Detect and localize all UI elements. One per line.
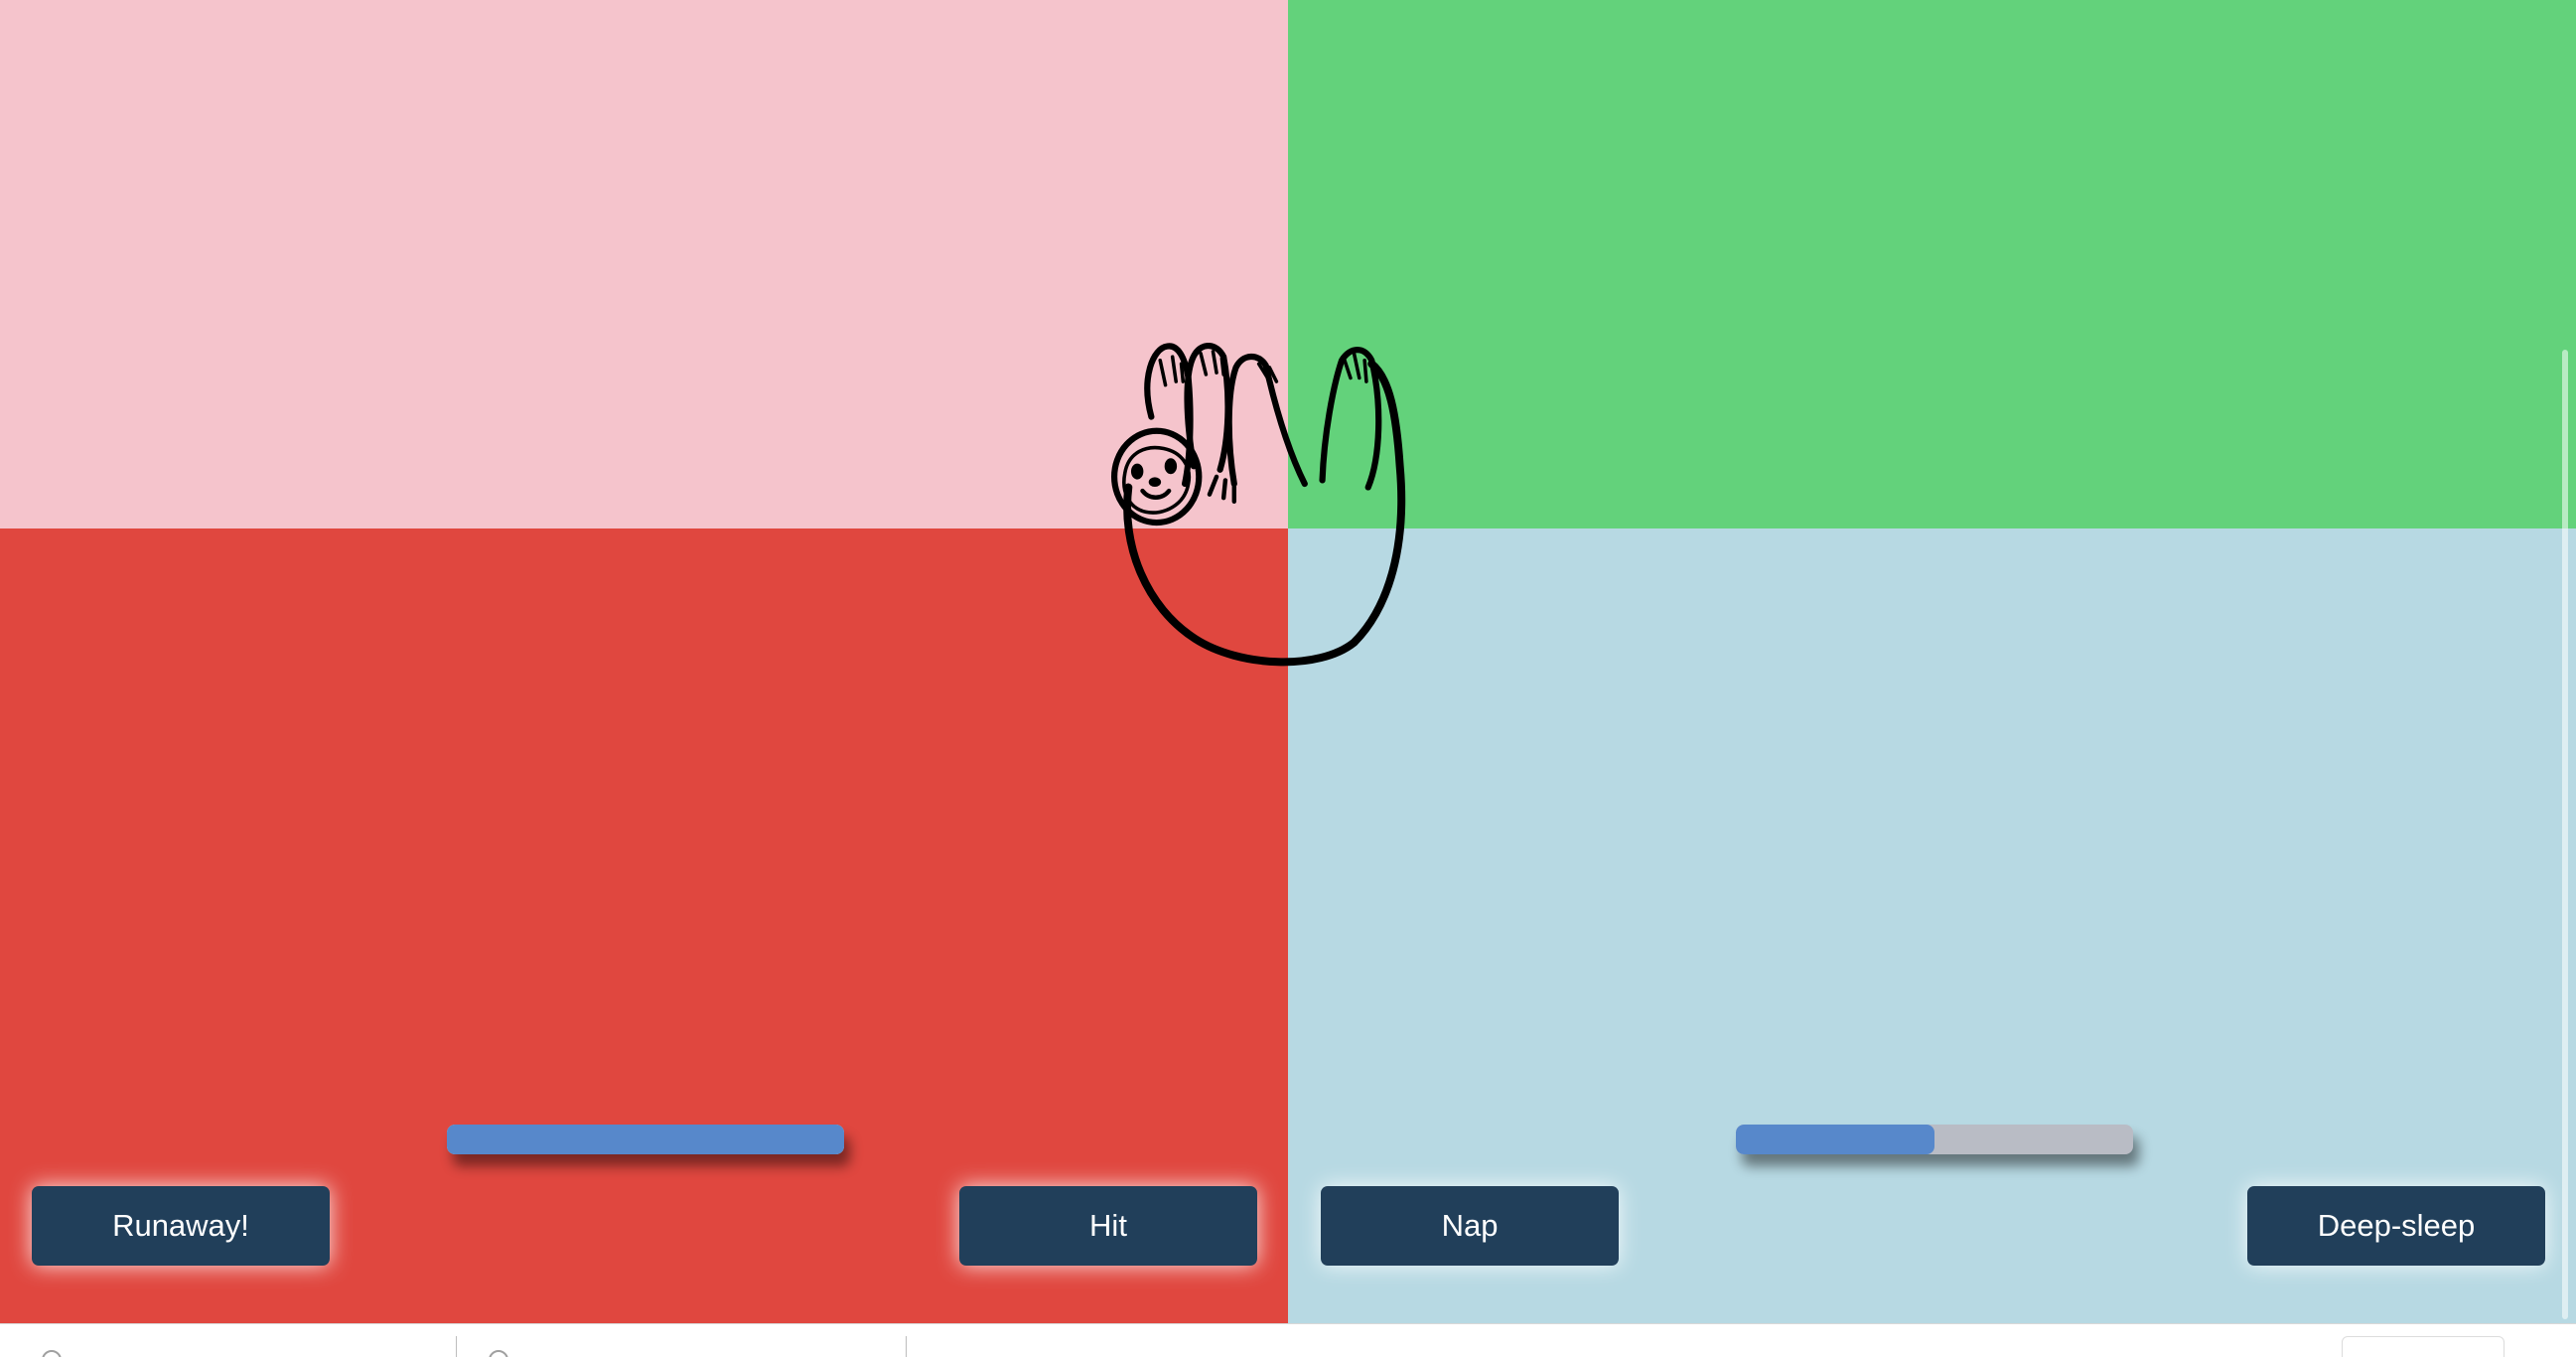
- hit-button[interactable]: Hit: [959, 1186, 1257, 1266]
- toolbar-divider: [906, 1336, 907, 1357]
- toolbar-circle-icon: [42, 1350, 62, 1357]
- toolbar-circle-icon: [489, 1350, 508, 1357]
- top-left-panel: [0, 0, 1288, 528]
- runaway-button[interactable]: Runaway!: [32, 1186, 330, 1266]
- game-stage: Runaway! Hit Nap Deep-sleep: [0, 0, 2576, 1357]
- sloth-icon: [1110, 343, 1406, 667]
- bottom-toolbar: [0, 1323, 2576, 1357]
- toolbar-divider: [456, 1336, 457, 1357]
- top-right-panel: [1288, 0, 2576, 528]
- player-health-bar: [447, 1125, 844, 1154]
- opponent-health-fill: [1736, 1125, 1934, 1154]
- vertical-scrollbar[interactable]: [2557, 0, 2576, 1323]
- opponent-health-bar: [1736, 1125, 2133, 1154]
- scrollbar-thumb[interactable]: [2562, 350, 2568, 1319]
- nap-button[interactable]: Nap: [1321, 1186, 1619, 1266]
- deep-sleep-button[interactable]: Deep-sleep: [2247, 1186, 2545, 1266]
- player-health-fill: [447, 1125, 844, 1154]
- toolbar-field[interactable]: [2342, 1336, 2504, 1357]
